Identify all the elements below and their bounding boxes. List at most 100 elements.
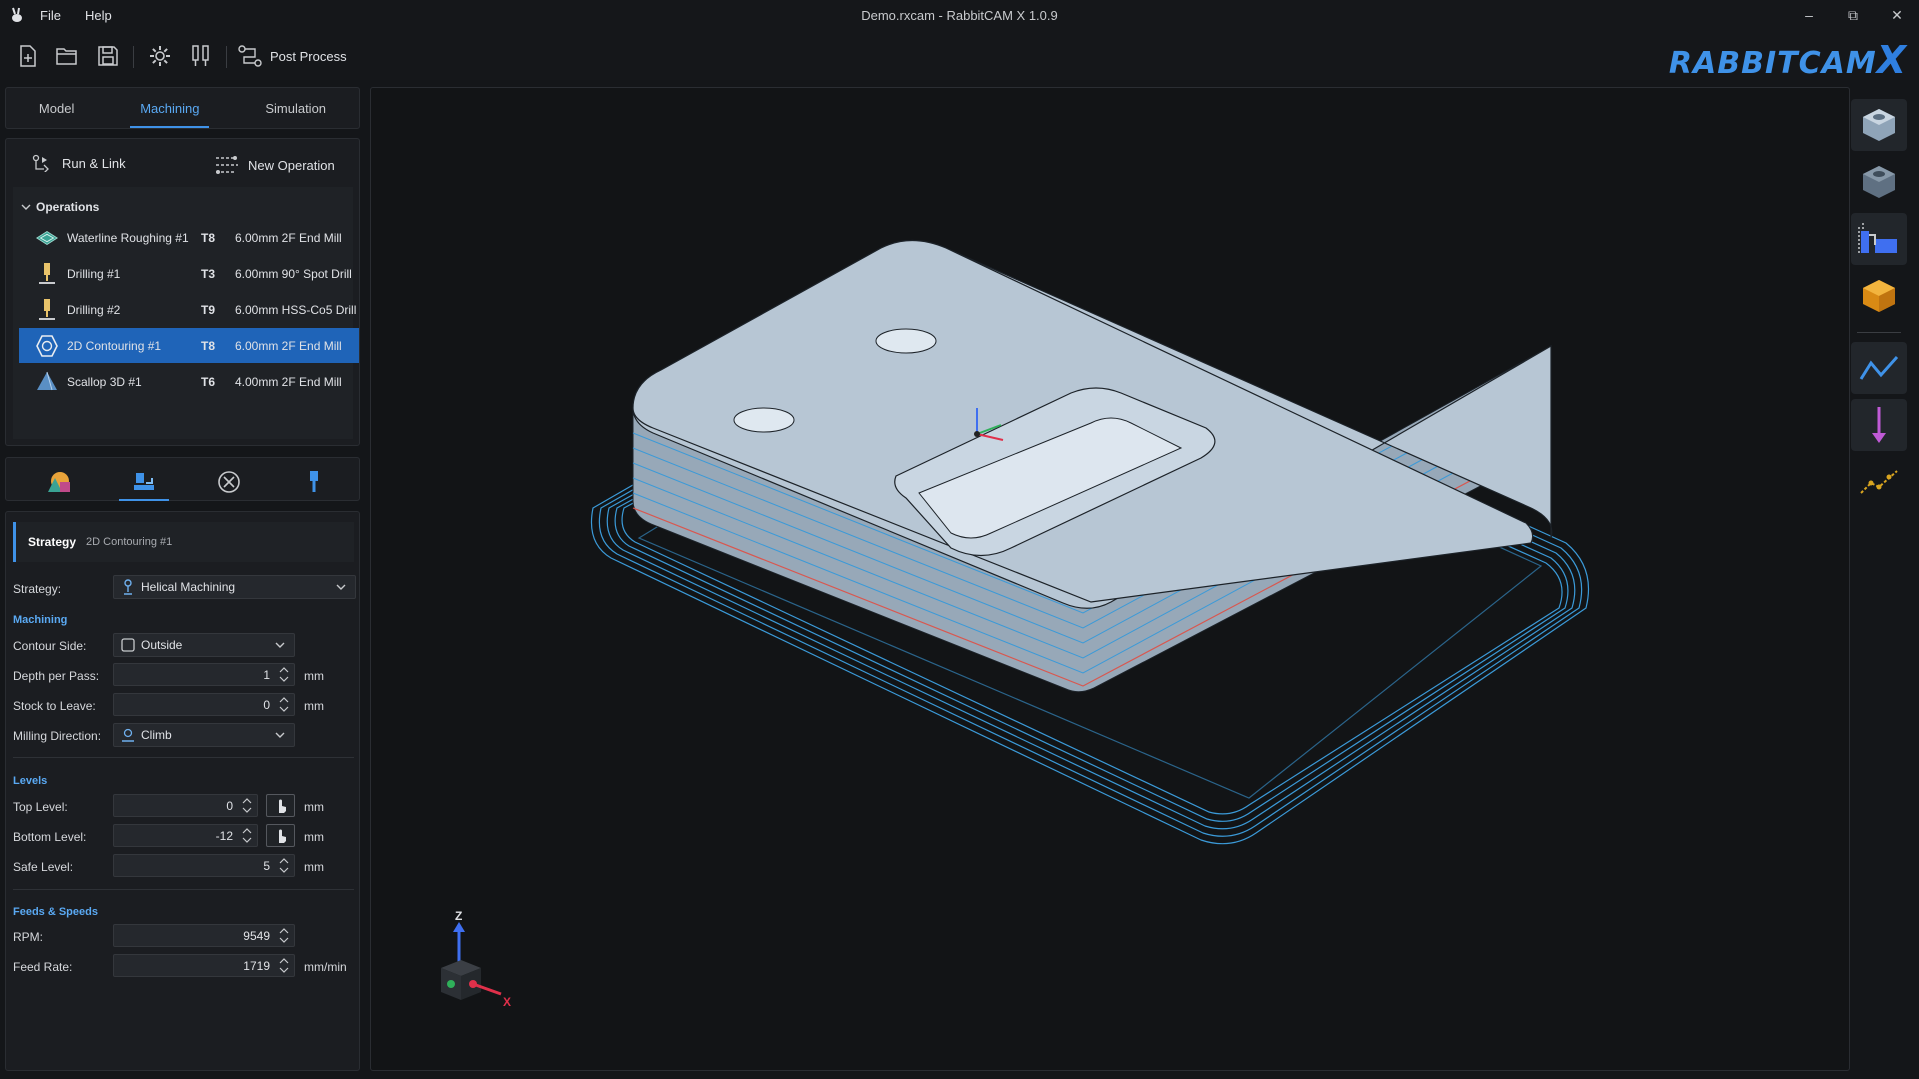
scallop-icon <box>37 371 57 390</box>
show-feed-direction-button[interactable] <box>1851 399 1907 451</box>
tab-model[interactable]: Model <box>29 95 84 122</box>
new-operation-label: New Operation <box>248 157 335 173</box>
3d-viewport[interactable]: Z X <box>370 87 1850 1071</box>
bottom-level-input[interactable]: -12 <box>113 824 258 847</box>
new-operation-icon <box>216 156 238 174</box>
stock-to-leave-value: 0 <box>263 698 270 712</box>
settings-button[interactable] <box>145 42 175 70</box>
climb-icon <box>122 728 134 742</box>
limits-icon <box>218 471 240 493</box>
tab-simulation[interactable]: Simulation <box>255 95 336 122</box>
main-toolbar: Post Process <box>0 30 1919 80</box>
operation-tool-desc: 4.00mm 2F End Mill <box>235 374 342 389</box>
milling-direction-select[interactable]: Climb <box>113 723 295 747</box>
contour-side-select[interactable]: Outside <box>113 633 295 657</box>
operation-tool-desc: 6.00mm 90° Spot Drill <box>235 266 352 281</box>
feed-rate-input[interactable]: 1719 <box>113 954 295 977</box>
rpm-input[interactable]: 9549 <box>113 924 295 947</box>
menu-help[interactable]: Help <box>85 8 112 23</box>
depth-per-pass-label: Depth per Pass: <box>13 669 100 683</box>
operation-row-selected[interactable]: 2D Contouring #1 T8 6.00mm 2F End Mill <box>19 328 359 363</box>
feeds-speeds-section: Feeds & Speeds <box>13 906 98 918</box>
pick-bottom-level-button[interactable] <box>266 824 295 847</box>
spin-arrows-icon[interactable] <box>277 957 291 974</box>
operation-tool-desc: 6.00mm HSS-Co5 Drill <box>235 302 357 317</box>
strategy-label: Strategy: <box>13 582 62 596</box>
top-level-input[interactable]: 0 <box>113 794 258 817</box>
rpm-value: 9549 <box>243 929 270 943</box>
stock-to-leave-input[interactable]: 0 <box>113 693 295 716</box>
spin-arrows-icon[interactable] <box>277 666 291 683</box>
show-part-button[interactable] <box>1851 156 1907 208</box>
chevron-down-icon <box>275 732 285 738</box>
toolpath-line-icon <box>1859 356 1899 380</box>
properties-panel: Strategy 2D Contouring #1 Strategy: Heli… <box>5 511 360 1071</box>
open-file-button[interactable] <box>52 42 82 70</box>
unit-label: mm <box>304 800 324 814</box>
new-file-button[interactable] <box>13 42 43 70</box>
drill-icon <box>39 298 55 320</box>
show-stock-button[interactable] <box>1851 99 1907 151</box>
feed-rate-value: 1719 <box>243 959 270 973</box>
stock-box-icon <box>1863 109 1895 141</box>
menu-file[interactable]: File <box>40 8 61 23</box>
operation-row[interactable]: Drilling #1 T3 6.00mm 90° Spot Drill <box>19 256 359 291</box>
operation-row[interactable]: Scallop 3D #1 T6 4.00mm 2F End Mill <box>19 364 359 399</box>
bottom-level-value: -12 <box>215 829 233 843</box>
spin-arrows-icon[interactable] <box>277 927 291 944</box>
spin-arrows-icon[interactable] <box>240 827 254 844</box>
spin-arrows-icon[interactable] <box>240 797 254 814</box>
operation-row[interactable]: Drilling #2 T9 6.00mm HSS-Co5 Drill <box>19 292 359 327</box>
tab-limits[interactable] <box>204 466 254 498</box>
pick-top-level-button[interactable] <box>266 794 295 817</box>
close-button[interactable]: ✕ <box>1875 0 1919 30</box>
strategy-icon <box>134 473 154 490</box>
fixture-icon <box>1858 223 1897 253</box>
unit-label: mm <box>304 830 324 844</box>
spin-arrows-icon[interactable] <box>277 696 291 713</box>
divider <box>13 889 354 890</box>
show-solid-button[interactable] <box>1851 270 1907 322</box>
contour-side-icon <box>121 638 135 652</box>
minimize-button[interactable]: – <box>1787 0 1831 30</box>
restore-button[interactable]: ⧉ <box>1831 0 1875 30</box>
new-file-icon <box>20 45 36 67</box>
tool-icon <box>310 471 318 492</box>
depth-per-pass-input[interactable]: 1 <box>113 663 295 686</box>
post-process-icon <box>238 45 262 67</box>
show-fixture-button[interactable] <box>1851 213 1907 265</box>
spin-arrows-icon[interactable] <box>277 857 291 874</box>
operations-header[interactable]: Operations <box>21 200 99 214</box>
save-button[interactable] <box>93 42 123 70</box>
bottom-level-label: Bottom Level: <box>13 830 87 844</box>
tab-geometry[interactable] <box>34 466 84 498</box>
show-toolpath-button[interactable] <box>1851 342 1907 394</box>
operation-tool-desc: 6.00mm 2F End Mill <box>235 338 342 353</box>
tool-library-icon <box>192 45 209 66</box>
operation-name: Scallop 3D #1 <box>67 374 142 389</box>
stock-to-leave-label: Stock to Leave: <box>13 699 96 713</box>
tool-library-button[interactable] <box>186 42 216 70</box>
milling-direction-label: Milling Direction: <box>13 729 102 743</box>
operation-tool: T8 <box>201 338 216 353</box>
run-link-button[interactable]: Run & Link <box>32 154 126 172</box>
show-points-button[interactable] <box>1851 456 1907 508</box>
view-cube[interactable]: Z X <box>431 908 551 1018</box>
operation-name: Drilling #1 <box>67 266 121 281</box>
safe-level-value: 5 <box>263 859 270 873</box>
tab-machining[interactable]: Machining <box>130 95 210 128</box>
post-process-button[interactable]: Post Process <box>238 42 347 70</box>
property-tabs <box>5 457 360 501</box>
tab-tool[interactable] <box>289 466 339 498</box>
tab-strategy[interactable] <box>119 466 169 501</box>
safe-level-input[interactable]: 5 <box>113 854 295 877</box>
arrow-down-icon <box>1872 407 1886 443</box>
new-operation-button[interactable]: New Operation <box>214 154 335 176</box>
milling-direction-value: Climb <box>141 728 172 742</box>
chevron-down-icon <box>21 204 31 210</box>
operation-row[interactable]: Waterline Roughing #1 T8 6.00mm 2F End M… <box>19 220 359 255</box>
contour-side-label: Contour Side: <box>13 639 87 653</box>
strategy-select[interactable]: Helical Machining <box>113 575 356 599</box>
part-model[interactable] <box>371 88 1850 1071</box>
operation-tool: T6 <box>201 374 216 389</box>
